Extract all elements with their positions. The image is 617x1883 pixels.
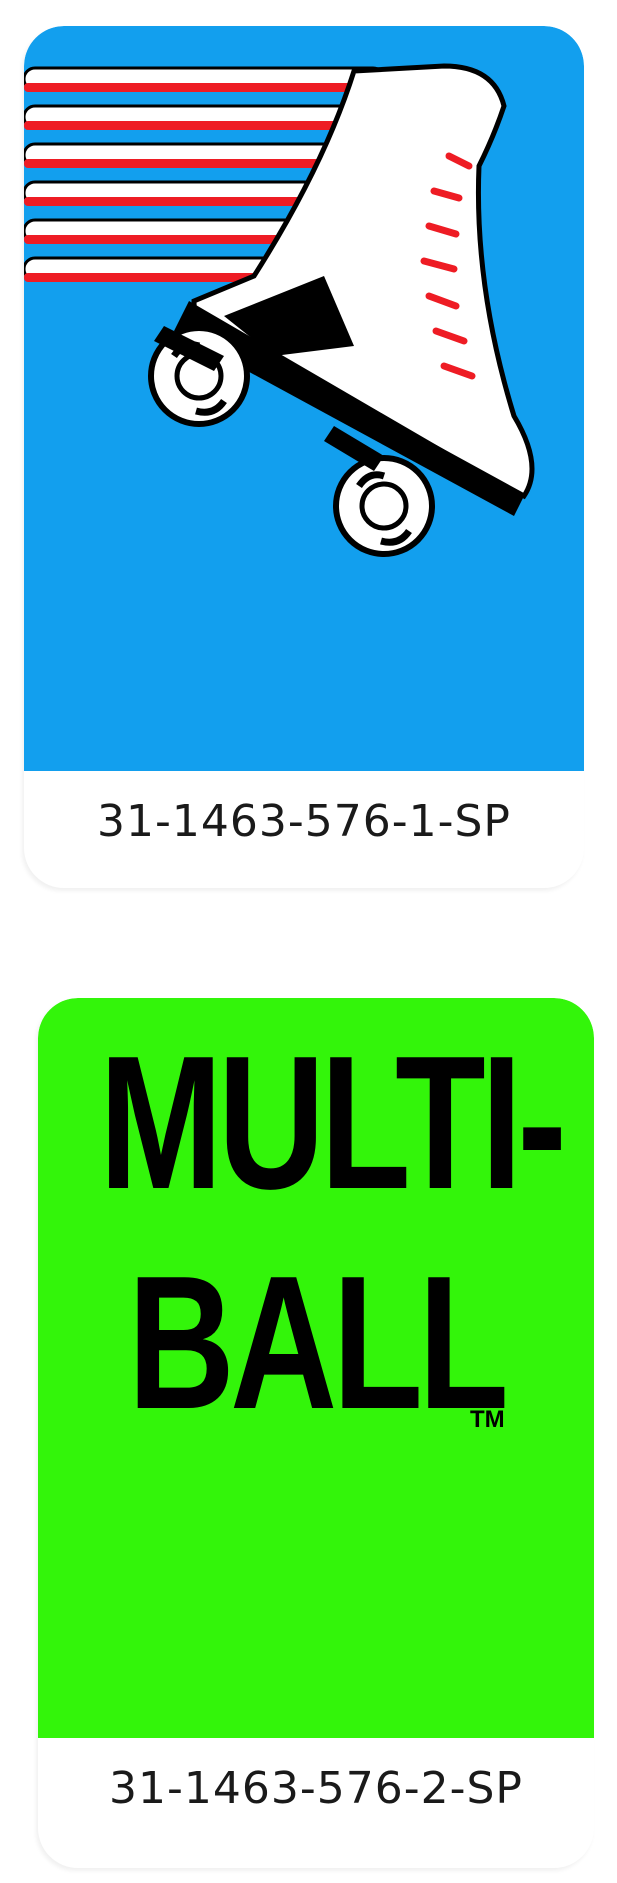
roller-skate-icon [24,63,535,557]
label-multi-ball: MULTI- BALL TM 31-1463-576-2-SP [38,998,594,1868]
trademark-mark: TM [470,1406,505,1433]
title-line-2: BALL [127,1237,509,1449]
part-number: 31-1463-576-2-SP [109,1763,523,1814]
title-line-1: MULTI- [99,1017,567,1229]
part-number: 31-1463-576-1-SP [97,796,511,847]
rear-wheel [333,455,435,557]
label-roller-skate: 31-1463-576-1-SP [24,26,584,888]
green-panel: MULTI- BALL TM [38,998,594,1738]
blue-panel [24,26,584,771]
